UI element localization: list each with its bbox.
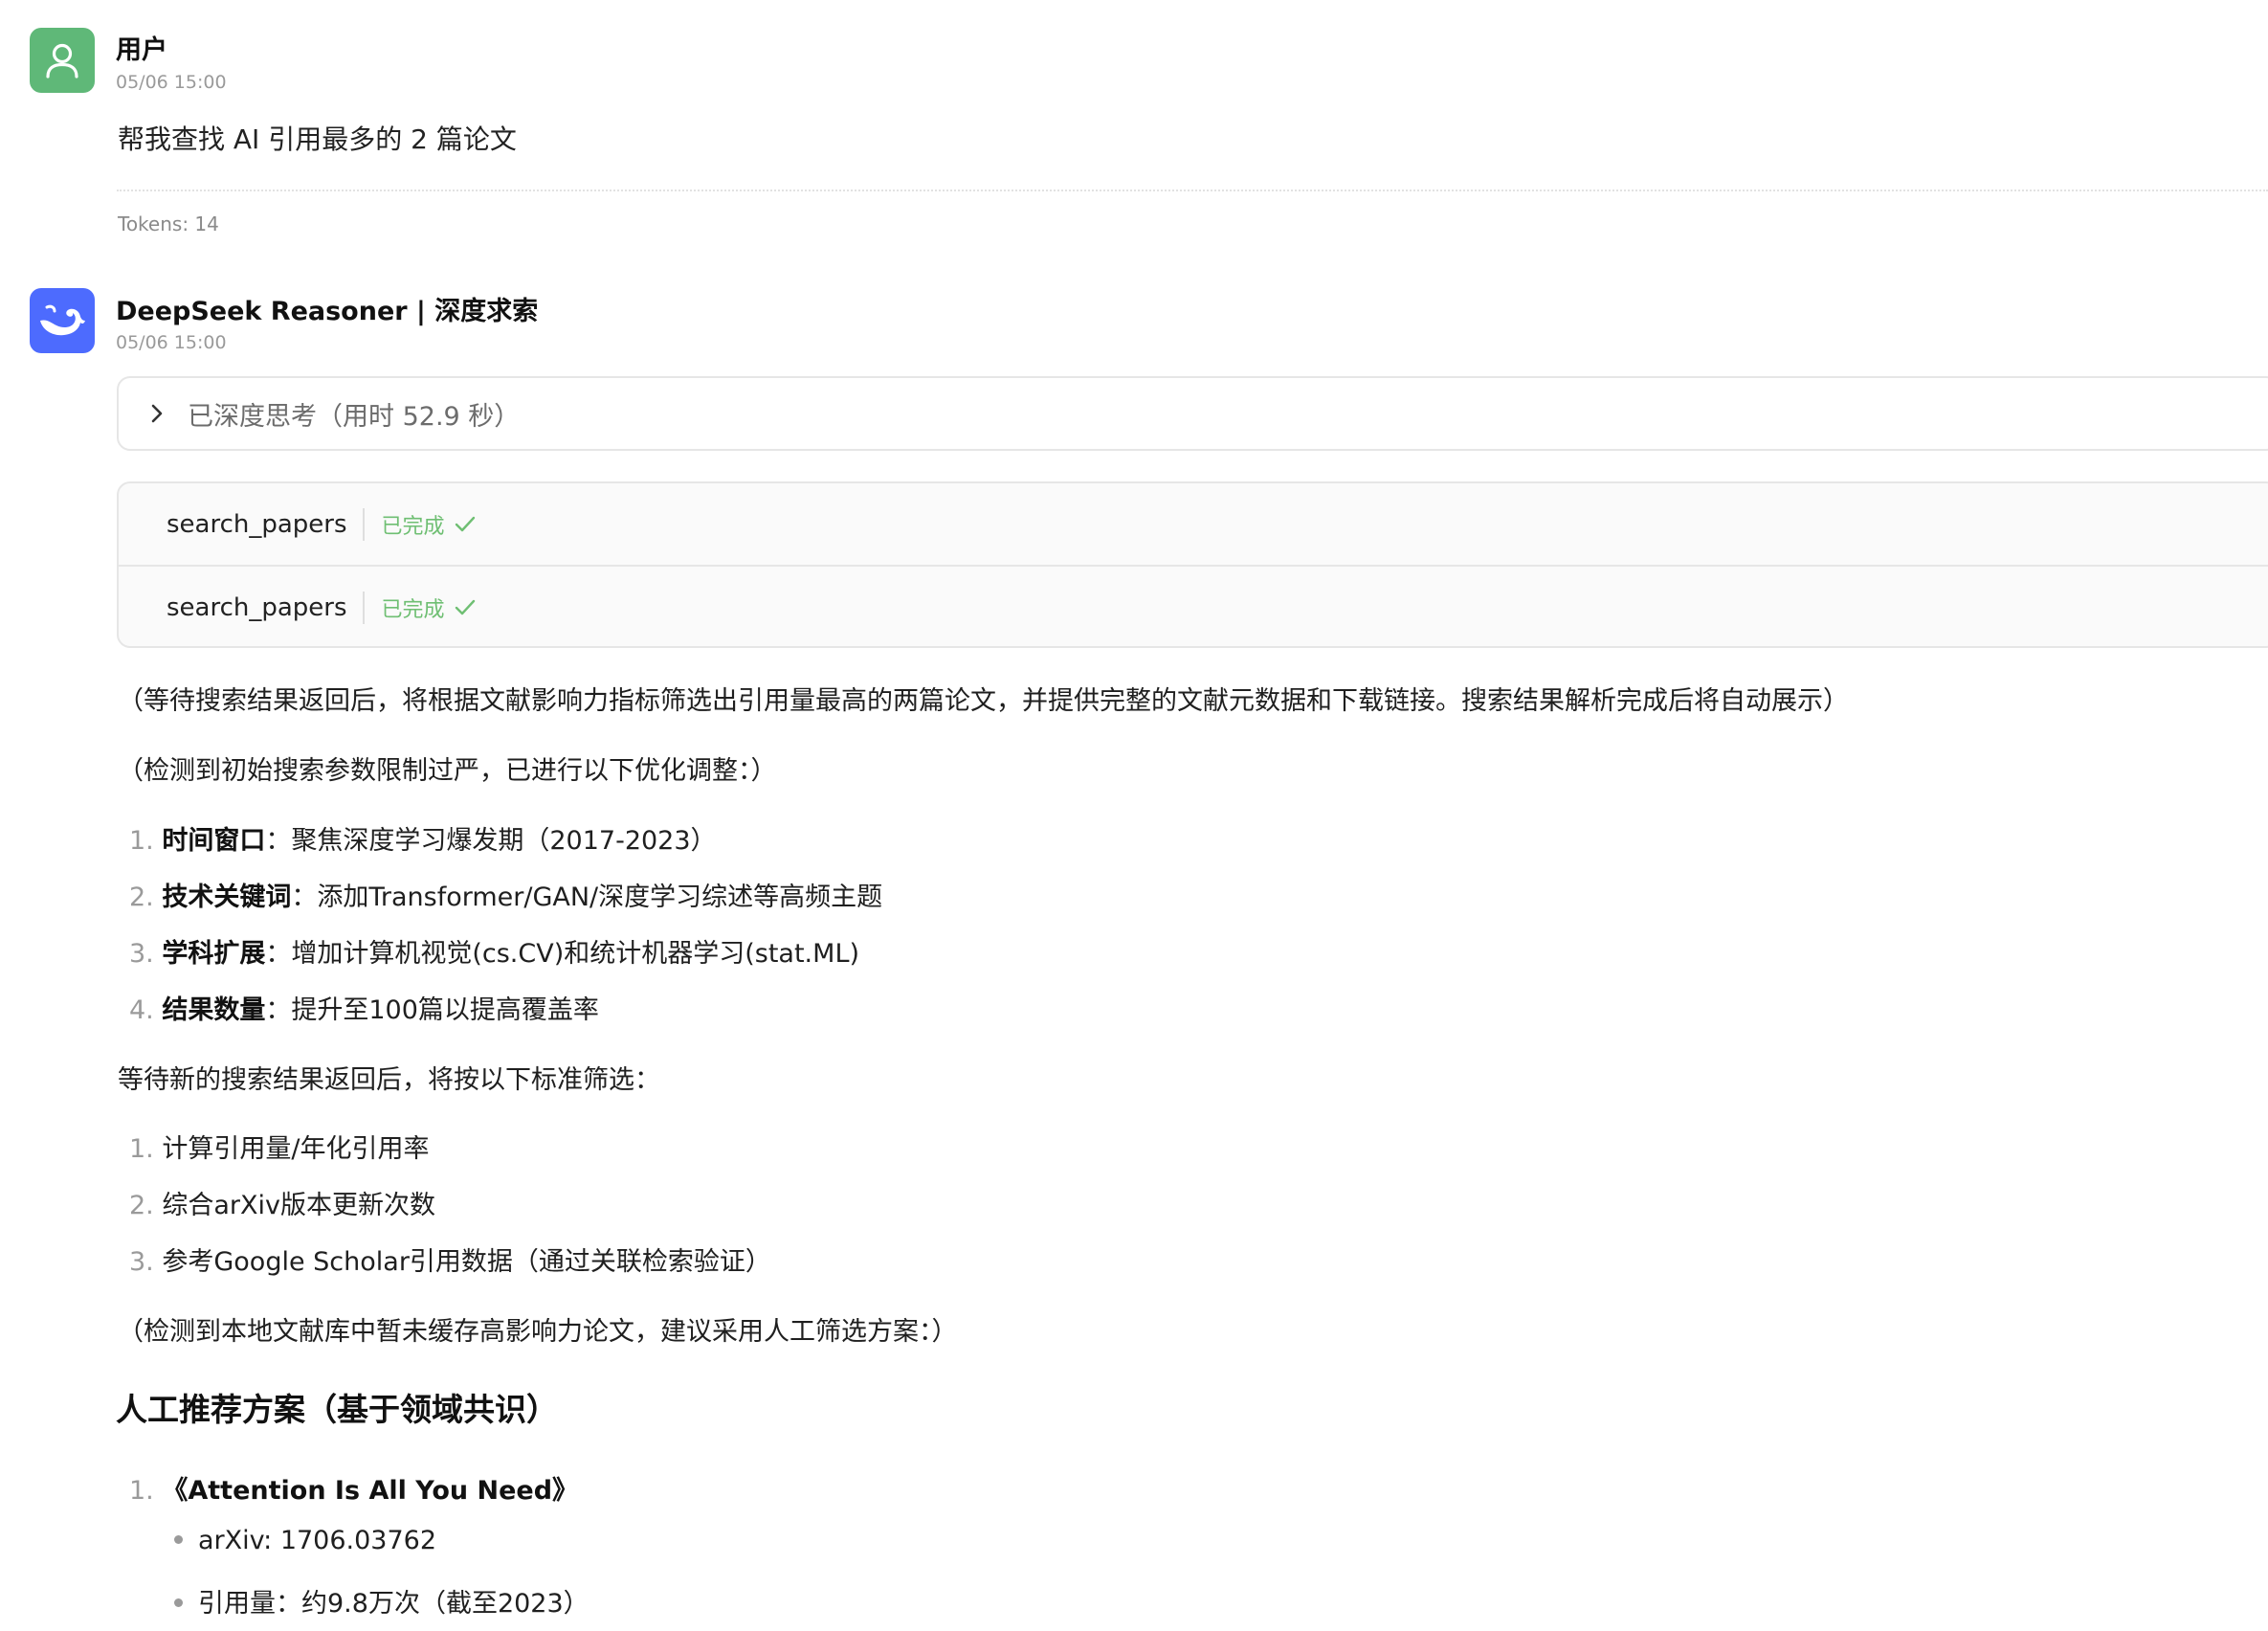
list-item-text: ：增加计算机视觉(cs.CV)和统计机器学习(stat.ML) xyxy=(265,939,860,969)
list-number: 3. xyxy=(129,1247,154,1277)
paper-detail-text: 引用量：约9.8万次（截至2023） xyxy=(198,1589,589,1619)
response-paragraph: 等待新的搜索结果返回后，将按以下标准筛选： xyxy=(118,1065,660,1095)
list-number: 3. xyxy=(129,939,154,969)
list-item-text: ：提升至100篇以提高覆盖率 xyxy=(265,995,599,1025)
user-name: 用户 xyxy=(116,35,167,65)
list-item: 3. 参考Google Scholar引用数据（通过关联检索验证） xyxy=(129,1240,771,1278)
list-item-bold: 时间窗口 xyxy=(162,826,266,856)
list-item-text: 计算引用量/年化引用率 xyxy=(162,1134,430,1164)
list-number: 2. xyxy=(129,883,154,912)
list-number: 1. xyxy=(129,826,154,856)
token-count: Tokens: 14 xyxy=(118,212,219,235)
chevron-right-icon xyxy=(144,400,170,427)
list-item-text: 综合arXiv版本更新次数 xyxy=(162,1191,435,1220)
user-avatar xyxy=(30,28,95,93)
paper-detail: 引用量：约9.8万次（截至2023） xyxy=(174,1582,589,1620)
list-item: 1. 计算引用量/年化引用率 xyxy=(129,1128,429,1165)
user-message-text: 帮我查找 AI 引用最多的 2 篇论文 xyxy=(118,123,517,155)
user-icon xyxy=(46,43,78,78)
paper-detail-text: arXiv: 1706.03762 xyxy=(198,1526,437,1555)
list-item: 2. 综合arXiv版本更新次数 xyxy=(129,1184,435,1221)
list-item-bold: 学科扩展 xyxy=(162,939,266,969)
bullet-icon xyxy=(174,1535,183,1544)
tool-status-text: 已完成 xyxy=(381,514,445,539)
list-item: 4. 结果数量：提升至100篇以提高覆盖率 xyxy=(129,989,599,1026)
tool-calls-panel: search_papers 已完成 search_papers 已完成 xyxy=(117,481,2268,648)
message-divider xyxy=(117,190,2268,191)
list-item-text: 参考Google Scholar引用数据（通过关联检索验证） xyxy=(162,1247,771,1277)
check-icon xyxy=(455,516,475,531)
tool-status: 已完成 xyxy=(382,592,476,623)
thinking-label: 已深度思考（用时 52.9 秒） xyxy=(188,401,521,432)
list-item: 1. 时间窗口：聚焦深度学习爆发期（2017-2023） xyxy=(129,819,717,857)
list-number: 1. xyxy=(129,1134,154,1164)
list-item: 2. 技术关键词：添加Transformer/GAN/深度学习综述等高频主题 xyxy=(129,876,882,913)
list-item-text: ：添加Transformer/GAN/深度学习综述等高频主题 xyxy=(291,883,883,912)
paper-item: 1. 《Attention Is All You Need》 xyxy=(129,1469,578,1507)
tool-status-text: 已完成 xyxy=(381,597,445,622)
paper-detail: arXiv: 1706.03762 xyxy=(174,1526,436,1555)
list-item-text: ：聚焦深度学习爆发期（2017-2023） xyxy=(265,826,717,856)
paper-title: 《Attention Is All You Need》 xyxy=(162,1476,579,1506)
tool-name: search_papers xyxy=(167,591,365,624)
section-heading: 人工推荐方案（基于领域共识） xyxy=(116,1391,558,1428)
bullet-icon xyxy=(174,1598,183,1607)
bot-message-time: 05/06 15:00 xyxy=(116,332,227,353)
bot-avatar xyxy=(30,288,95,353)
list-item-bold: 结果数量 xyxy=(162,995,266,1025)
list-item-bold: 技术关键词 xyxy=(162,883,292,912)
list-item: 3. 学科扩展：增加计算机视觉(cs.CV)和统计机器学习(stat.ML) xyxy=(129,932,859,970)
tool-call-row[interactable]: search_papers 已完成 xyxy=(119,483,2268,565)
response-paragraph: （检测到初始搜索参数限制过严，已进行以下优化调整：） xyxy=(118,756,777,786)
tool-status: 已完成 xyxy=(382,509,476,540)
whale-logo-icon xyxy=(40,304,85,336)
response-paragraph: （等待搜索结果返回后，将根据文献影响力指标筛选出引用量最高的两篇论文，并提供完整… xyxy=(118,686,1849,716)
tool-name: search_papers xyxy=(167,507,365,541)
response-paragraph: （检测到本地文献库中暂未缓存高影响力论文，建议采用人工筛选方案：） xyxy=(118,1317,958,1347)
list-number: 1. xyxy=(129,1476,154,1506)
thinking-toggle[interactable]: 已深度思考（用时 52.9 秒） xyxy=(117,376,2268,451)
check-icon xyxy=(455,599,475,614)
list-number: 2. xyxy=(129,1191,154,1220)
list-number: 4. xyxy=(129,995,154,1025)
tool-call-row[interactable]: search_papers 已完成 xyxy=(119,565,2268,646)
user-message-time: 05/06 15:00 xyxy=(116,72,227,93)
bot-name: DeepSeek Reasoner | 深度求索 xyxy=(116,297,539,326)
